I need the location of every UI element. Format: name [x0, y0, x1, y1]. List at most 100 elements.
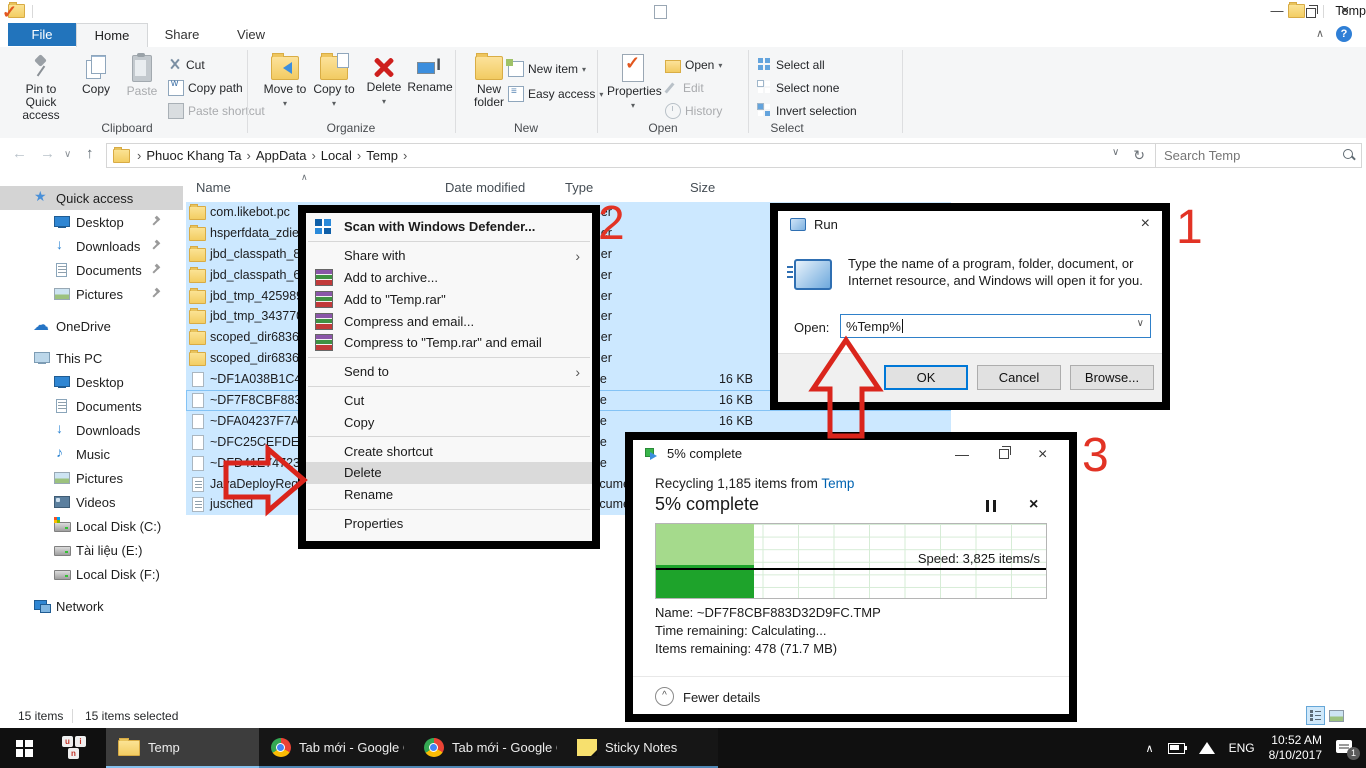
sidebar-item[interactable]: This PC: [0, 346, 183, 370]
tab-file[interactable]: File: [8, 23, 76, 46]
close-button[interactable]: ×: [1328, 0, 1362, 22]
start-button[interactable]: [0, 728, 48, 768]
action-center-icon[interactable]: 1: [1336, 739, 1356, 757]
sidebar-item[interactable]: Pictures: [0, 282, 183, 306]
temp-folder-link[interactable]: Temp: [821, 476, 854, 491]
sort-ascending-icon[interactable]: ∧: [301, 172, 308, 183]
copy-path-button[interactable]: Copy path: [168, 78, 243, 98]
file-name[interactable]: com.likebot.pc: [210, 205, 290, 219]
run-close-button[interactable]: ×: [1141, 215, 1150, 233]
menu-item[interactable]: Properties: [306, 513, 592, 535]
file-row[interactable]: ~DFA04237F7A5B1 TMP File 16 KB: [0, 411, 1366, 432]
search-icon[interactable]: [1343, 149, 1353, 159]
address-dropdown-icon[interactable]: ∨: [1112, 147, 1119, 164]
sidebar-item[interactable]: Downloads: [0, 418, 183, 442]
details-view-button[interactable]: [1307, 707, 1324, 724]
battery-icon[interactable]: [1168, 743, 1185, 754]
column-header-date[interactable]: Date modified: [445, 180, 525, 195]
pin-to-quick-access-button[interactable]: Pin to Quick access: [12, 52, 70, 122]
copy-to-button[interactable]: Copy to ▾: [311, 52, 357, 110]
restore-button[interactable]: [1294, 0, 1328, 22]
cut-button[interactable]: Cut: [168, 55, 205, 75]
tab-view[interactable]: View: [218, 23, 284, 46]
rename-button[interactable]: Rename: [406, 52, 454, 94]
column-header-type[interactable]: Type: [565, 180, 593, 195]
browse-button[interactable]: Browse...: [1070, 365, 1154, 390]
sidebar-item[interactable]: Network: [0, 594, 183, 618]
refresh-icon[interactable]: ↻: [1133, 147, 1145, 164]
menu-item[interactable]: Create shortcut: [306, 440, 592, 462]
menu-item[interactable]: Delete: [306, 462, 592, 484]
menu-item[interactable]: Compress to "Temp.rar" and email: [306, 332, 592, 354]
breadcrumb-segment[interactable]: Phuoc Khang Ta: [146, 148, 241, 163]
column-header-name[interactable]: Name: [196, 180, 231, 195]
forward-icon[interactable]: →: [40, 145, 55, 162]
sidebar-item[interactable]: Quick access: [0, 186, 183, 210]
up-icon[interactable]: ↑: [86, 145, 94, 162]
fewer-details-icon[interactable]: ^: [655, 687, 674, 706]
easy-access-button[interactable]: Easy access ▾: [508, 84, 603, 104]
sidebar-item[interactable]: Desktop: [0, 210, 183, 234]
paste-shortcut-button[interactable]: Paste shortcut: [168, 101, 265, 121]
sidebar-item[interactable]: Documents: [0, 258, 183, 282]
sidebar-item[interactable]: Pictures: [0, 466, 183, 490]
language-indicator[interactable]: ENG: [1229, 741, 1255, 755]
copy-button[interactable]: Copy: [74, 52, 118, 96]
sidebar-item[interactable]: Downloads: [0, 234, 183, 258]
pause-button[interactable]: [985, 500, 997, 512]
new-item-button[interactable]: New item ▾: [508, 59, 586, 79]
progress-minimize-button[interactable]: —: [955, 446, 969, 462]
help-icon[interactable]: ?: [1336, 26, 1352, 42]
invert-selection-button[interactable]: Invert selection: [758, 101, 857, 121]
progress-close-button[interactable]: ×: [1038, 446, 1047, 464]
sidebar-item[interactable]: Local Disk (F:): [0, 562, 183, 586]
unikey-button[interactable]: u i n: [48, 728, 106, 768]
breadcrumb-segment[interactable]: Local: [321, 148, 352, 163]
run-command-input[interactable]: %Temp% ∨: [840, 314, 1151, 338]
combo-dropdown-icon[interactable]: ∨: [1137, 318, 1144, 329]
open-button[interactable]: Open ▾: [665, 55, 722, 75]
wifi-icon[interactable]: [1199, 742, 1215, 754]
stop-button[interactable]: ×: [1029, 496, 1038, 514]
sidebar-item[interactable]: Desktop: [0, 370, 183, 394]
tab-home[interactable]: Home: [76, 23, 148, 47]
sidebar-item[interactable]: Tài liệu (E:): [0, 538, 183, 562]
edit-button[interactable]: Edit: [665, 78, 704, 98]
select-none-button[interactable]: Select none: [758, 78, 839, 98]
tab-share[interactable]: Share: [148, 23, 216, 46]
sidebar-item[interactable]: Documents: [0, 394, 183, 418]
taskbar-app-button[interactable]: Tab mới - Google C...: [259, 728, 412, 768]
breadcrumb[interactable]: › Phuoc Khang Ta › AppData › Local › Tem…: [106, 143, 1156, 168]
menu-item[interactable]: Rename: [306, 484, 592, 506]
taskbar-app-button[interactable]: Temp: [106, 728, 259, 768]
sidebar-item[interactable]: OneDrive: [0, 314, 183, 338]
file-name[interactable]: JavaDeployReg: [210, 477, 298, 491]
ok-button[interactable]: OK: [884, 365, 968, 390]
tray-expand-icon[interactable]: ∧: [1146, 742, 1154, 755]
delete-button[interactable]: Delete▾: [362, 52, 406, 108]
menu-item[interactable]: Add to "Temp.rar": [306, 288, 592, 310]
file-name[interactable]: hsperfdata_zdiep: [210, 226, 306, 240]
column-header-size[interactable]: Size: [690, 180, 715, 195]
taskbar-app-button[interactable]: Tab mới - Google C...: [412, 728, 565, 768]
breadcrumb-segment[interactable]: Temp: [366, 148, 398, 163]
menu-item[interactable]: Cut: [306, 390, 592, 412]
minimize-button[interactable]: —: [1260, 0, 1294, 22]
menu-item[interactable]: Copy: [306, 411, 592, 433]
search-input[interactable]: Search Temp: [1155, 143, 1362, 168]
properties-button[interactable]: Properties▾: [607, 52, 659, 112]
move-to-button[interactable]: Move to ▾: [262, 52, 308, 110]
qat-properties-icon[interactable]: [654, 5, 667, 19]
menu-item[interactable]: Send to ›: [306, 361, 592, 383]
recent-locations-icon[interactable]: ∨: [64, 149, 71, 160]
breadcrumb-segment[interactable]: AppData: [256, 148, 307, 163]
paste-button[interactable]: Paste: [120, 52, 164, 98]
menu-item[interactable]: Share with ›: [306, 245, 592, 267]
ribbon-collapse-icon[interactable]: ∧: [1316, 27, 1324, 40]
cancel-button[interactable]: Cancel: [977, 365, 1061, 390]
sidebar-item[interactable]: Videos: [0, 490, 183, 514]
fewer-details-label[interactable]: Fewer details: [683, 690, 760, 705]
sidebar-item[interactable]: Music: [0, 442, 183, 466]
thumbnail-view-button[interactable]: [1327, 707, 1344, 724]
taskbar-app-button[interactable]: Sticky Notes: [565, 728, 718, 768]
